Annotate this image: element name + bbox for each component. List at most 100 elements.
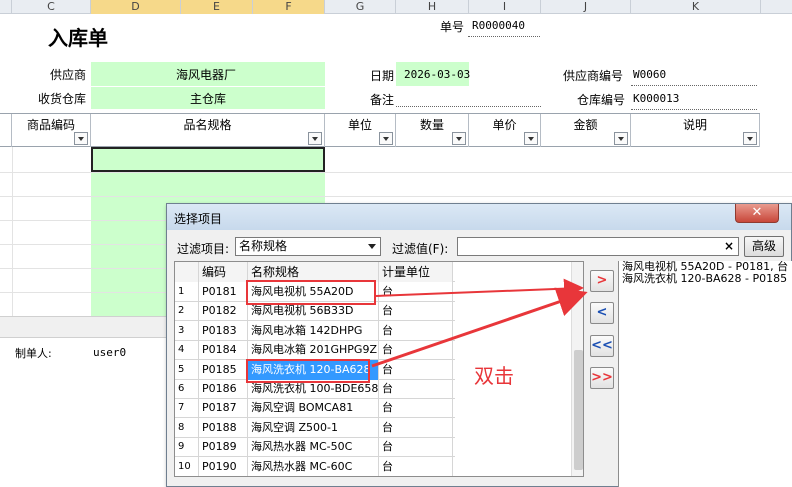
column-header-c[interactable]: C — [12, 0, 91, 14]
double-click-annotation: 双击 — [474, 364, 514, 388]
item-unit[interactable]: 台 — [379, 379, 453, 399]
supplier-code-underline — [631, 85, 757, 86]
warehouse-code-value[interactable]: K000013 — [633, 92, 679, 105]
filter-dropdown-icon[interactable] — [524, 132, 538, 145]
item-code[interactable]: P0188 — [199, 417, 248, 438]
gridline — [0, 172, 792, 173]
item-code[interactable]: P0186 — [199, 379, 248, 399]
active-cell[interactable] — [91, 147, 325, 172]
warehouse-code-underline — [631, 109, 757, 110]
item-code[interactable]: P0181 — [199, 282, 248, 302]
item-name[interactable]: 海风热水器 MC-50C — [248, 437, 379, 458]
remove-selected-button[interactable]: < — [590, 302, 614, 324]
date-value[interactable]: 2026-03-03 — [404, 68, 470, 81]
column-header-j[interactable]: J — [541, 0, 631, 14]
add-all-button[interactable]: >> — [590, 367, 614, 389]
item-code[interactable]: P0185 — [199, 359, 248, 380]
item-unit[interactable]: 台 — [379, 437, 453, 458]
advanced-button[interactable]: 高级 — [744, 236, 784, 257]
grid-row[interactable]: 4 P0184 海风电冰箱 201GHPG9Z 台 — [175, 340, 455, 361]
close-button[interactable]: ✕ — [735, 204, 779, 223]
supplier-value[interactable]: 海风电器厂 — [176, 66, 236, 83]
grid-header-row: 编码 名称规格 计量单位 — [175, 262, 455, 282]
filter-dropdown-icon[interactable] — [614, 132, 628, 145]
column-header-partial[interactable] — [0, 0, 12, 14]
select-item-dialog: 选择项目 ✕ 过滤项目: 名称规格 过滤值(F): × 高级 编码 名称规格 计… — [166, 203, 792, 487]
grid-scrollbar[interactable] — [571, 262, 583, 476]
selected-items-list[interactable]: 海风电视机 55A20D - P0181, 台 海风洗衣机 120-BA628 … — [618, 261, 792, 487]
remove-all-button[interactable]: << — [590, 335, 614, 357]
filter-dropdown-icon[interactable] — [74, 132, 88, 145]
item-unit[interactable]: 台 — [379, 359, 453, 380]
item-code[interactable]: P0190 — [199, 456, 248, 476]
column-header-h[interactable]: H — [396, 0, 469, 14]
item-unit[interactable]: 台 — [379, 456, 453, 476]
item-name[interactable]: 海风空调 Z500-1 — [248, 417, 379, 438]
filter-dropdown-icon[interactable] — [452, 132, 466, 145]
grid-row[interactable]: 7 P0187 海风空调 BOMCA81 台 — [175, 398, 455, 419]
column-header-e[interactable]: E — [181, 0, 253, 14]
filter-dropdown-icon[interactable] — [379, 132, 393, 145]
grid-row[interactable]: 3 P0183 海风电冰箱 142DHPG 台 — [175, 320, 455, 341]
item-unit[interactable]: 台 — [379, 282, 453, 302]
order-no-value[interactable]: R0000040 — [472, 19, 525, 32]
remark-underline[interactable] — [396, 106, 541, 107]
filter-value-input[interactable]: × — [457, 237, 739, 256]
grid-row[interactable]: 9 P0189 海风热水器 MC-50C 台 — [175, 437, 455, 458]
column-header-f[interactable]: F — [253, 0, 325, 14]
item-unit[interactable]: 台 — [379, 340, 453, 361]
item-code[interactable]: P0189 — [199, 437, 248, 458]
warehouse-value[interactable]: 主仓库 — [190, 90, 226, 107]
grid-header-name[interactable]: 名称规格 — [248, 262, 379, 282]
row-number: 7 — [175, 398, 199, 419]
grid-header-code[interactable]: 编码 — [199, 262, 248, 282]
row-number: 10 — [175, 456, 199, 476]
filter-dropdown-icon[interactable] — [308, 132, 322, 145]
item-name[interactable]: 海风热水器 MC-60C — [248, 456, 379, 476]
grid-header-unit[interactable]: 计量单位 — [379, 262, 453, 282]
filter-dropdown-icon[interactable] — [743, 132, 757, 145]
item-name[interactable]: 海风电冰箱 201GHPG9Z — [248, 340, 379, 361]
row-number: 2 — [175, 301, 199, 322]
item-unit[interactable]: 台 — [379, 398, 453, 419]
maker-label: 制单人: — [15, 347, 52, 360]
column-header-g[interactable]: G — [325, 0, 396, 14]
header-unit: 单位 — [325, 114, 396, 147]
row-number: 5 — [175, 359, 199, 380]
item-name[interactable]: 海风电冰箱 142DHPG — [248, 320, 379, 341]
column-header-bar: C D E F G H I J K — [0, 0, 792, 14]
scrollbar-thumb[interactable] — [574, 350, 583, 470]
row-number: 1 — [175, 282, 199, 302]
filter-item-select[interactable]: 名称规格 — [235, 237, 381, 256]
header-price: 单价 — [469, 114, 541, 147]
grid-row[interactable]: 10 P0190 海风热水器 MC-60C 台 — [175, 456, 455, 476]
dialog-title: 选择项目 — [174, 212, 223, 226]
row-number: 6 — [175, 379, 199, 399]
highlight-box — [246, 280, 376, 305]
header-partial — [0, 114, 12, 147]
add-selected-button[interactable]: > — [590, 270, 614, 292]
item-name[interactable]: 海风空调 BOMCA81 — [248, 398, 379, 419]
gridline-vertical — [12, 147, 13, 316]
clear-icon[interactable]: × — [724, 239, 734, 253]
item-code[interactable]: P0182 — [199, 301, 248, 322]
item-code[interactable]: P0183 — [199, 320, 248, 341]
selected-item[interactable]: 海风洗衣机 120-BA628 - P0185 — [619, 273, 792, 285]
column-header-d[interactable]: D — [91, 0, 181, 14]
detail-table-header: 商品编码 品名规格 单位 数量 单价 金额 说明 — [0, 113, 760, 147]
order-no-underline — [468, 36, 540, 37]
chevron-down-icon — [368, 244, 376, 249]
item-code[interactable]: P0184 — [199, 340, 248, 361]
item-grid: 编码 名称规格 计量单位 1 P0181 海风电视机 55A20D 台 2 P0182 海风… — [174, 261, 584, 477]
item-unit[interactable]: 台 — [379, 417, 453, 438]
dialog-title-bar[interactable]: 选择项目 ✕ — [167, 204, 791, 230]
close-icon: ✕ — [751, 205, 763, 220]
column-header-k[interactable]: K — [631, 0, 761, 14]
grid-row[interactable]: 8 P0188 海风空调 Z500-1 台 — [175, 417, 455, 438]
column-header-i[interactable]: I — [469, 0, 541, 14]
warehouse-code-label: 仓库编号 — [577, 93, 626, 107]
item-code[interactable]: P0187 — [199, 398, 248, 419]
supplier-code-value[interactable]: W0060 — [633, 68, 666, 81]
item-unit[interactable]: 台 — [379, 320, 453, 341]
item-unit[interactable]: 台 — [379, 301, 453, 322]
